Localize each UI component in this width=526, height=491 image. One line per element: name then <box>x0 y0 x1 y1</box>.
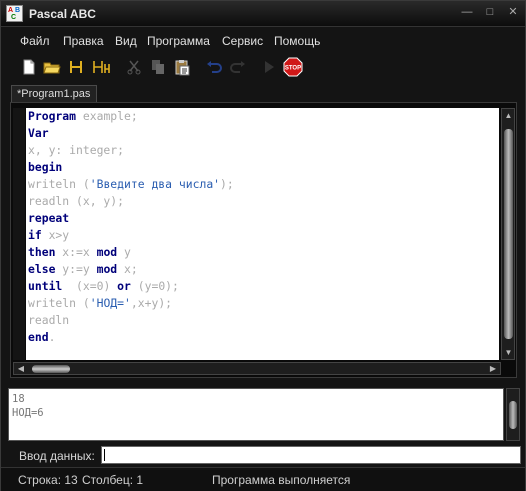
window-title: Pascal ABC <box>29 7 96 21</box>
code-line[interactable]: else y:=y mod x; <box>28 261 499 278</box>
code-line[interactable]: then x:=x mod y <box>28 244 499 261</box>
output-scroll-thumb[interactable] <box>509 401 517 429</box>
code-keyword: if <box>28 228 42 242</box>
code-text: example; <box>76 109 138 123</box>
code-keyword: mod <box>96 262 118 276</box>
code-text: x, y: integer; <box>28 143 125 157</box>
code-keyword: Program <box>28 109 77 123</box>
menu-file[interactable]: Файл <box>20 34 50 48</box>
menu-help[interactable]: Помощь <box>274 34 320 48</box>
output-scrollbar[interactable] <box>506 388 520 441</box>
code-line[interactable]: readln (x, y); <box>28 193 499 210</box>
title-bar[interactable]: ABC Pascal ABC — □ ✕ <box>1 1 525 27</box>
input-data-label: Ввод данных: <box>19 449 95 463</box>
toolbar: STOP <box>1 55 525 81</box>
open-folder-icon[interactable] <box>43 58 61 76</box>
code-text: ,x+y); <box>130 296 173 310</box>
code-text: y <box>117 245 131 259</box>
save-icon[interactable] <box>68 58 86 76</box>
code-keyword: until <box>28 279 63 293</box>
code-keyword: begin <box>28 160 63 174</box>
code-keyword: end <box>28 330 49 344</box>
close-icon[interactable]: ✕ <box>507 6 519 18</box>
code-text: readln <box>28 313 70 327</box>
pascal-abc-app-icon: ABC <box>6 5 23 22</box>
code-text: x:=x <box>55 245 97 259</box>
scroll-left-icon[interactable]: ◀ <box>16 363 26 374</box>
stop-icon[interactable]: STOP <box>283 57 303 77</box>
code-line[interactable]: end. <box>28 329 499 346</box>
code-line[interactable]: writeln ('Введите два числа'); <box>28 176 499 193</box>
editor-horizontal-scrollbar[interactable]: ◀ ▶ <box>13 362 501 375</box>
save-all-icon[interactable] <box>92 58 110 76</box>
code-line[interactable]: begin <box>28 159 499 176</box>
code-text: writeln ( <box>28 177 90 191</box>
code-text: x; <box>117 262 138 276</box>
code-line[interactable]: Var <box>28 125 499 142</box>
menu-edit[interactable]: Правка <box>63 34 104 48</box>
status-message: Программа выполняется <box>212 473 351 487</box>
code-keyword: or <box>117 279 131 293</box>
menu-service[interactable]: Сервис <box>222 34 263 48</box>
code-string: 'НОД=' <box>89 296 131 310</box>
code-keyword: mod <box>96 245 118 259</box>
new-file-icon[interactable] <box>20 58 38 76</box>
undo-icon[interactable] <box>205 58 223 76</box>
code-keyword: Var <box>28 126 49 140</box>
code-keyword: then <box>28 245 56 259</box>
code-keyword: else <box>28 262 56 276</box>
code-editor[interactable]: Program example; Var x, y: integer; begin wr… <box>26 108 499 360</box>
code-text: y:=y <box>55 262 97 276</box>
status-bar: Строка: 13 Столбец: 1 Программа выполняе… <box>1 467 525 491</box>
code-string: 'Введите два числа' <box>89 177 221 191</box>
scroll-right-icon[interactable]: ▶ <box>488 363 498 374</box>
menu-view[interactable]: Вид <box>115 34 137 48</box>
redo-icon[interactable] <box>229 58 247 76</box>
editor-horizontal-scroll-thumb[interactable] <box>32 365 70 373</box>
tab-program1[interactable]: *Program1.pas <box>11 85 97 102</box>
minimize-icon[interactable]: — <box>461 6 473 18</box>
editor-gutter <box>13 108 25 360</box>
code-text: . <box>48 330 56 344</box>
app-window: ABC Pascal ABC — □ ✕ Файл Правка Вид Про… <box>0 0 526 491</box>
output-line: НОД=6 <box>12 407 44 419</box>
editor-vertical-scrollbar[interactable]: ▲ ▼ <box>501 108 515 360</box>
code-line[interactable]: until (x=0) or (y=0); <box>28 278 499 295</box>
code-text: x>y <box>41 228 70 242</box>
output-line: 18 <box>12 393 25 405</box>
text-caret <box>104 449 105 461</box>
copy-icon[interactable] <box>149 58 167 76</box>
code-line[interactable]: writeln ('НОД=',x+y); <box>28 295 499 312</box>
paste-icon[interactable] <box>173 58 191 76</box>
code-text: readln (x, y); <box>28 194 125 208</box>
status-row: Строка: 13 <box>18 473 78 487</box>
run-icon[interactable] <box>260 58 278 76</box>
cut-icon[interactable] <box>125 58 143 76</box>
code-keyword: repeat <box>28 211 70 225</box>
output-panel: 18 НОД=6 <box>8 388 504 441</box>
maximize-icon[interactable]: □ <box>484 6 496 18</box>
menu-bar: Файл Правка Вид Программа Сервис Помощь <box>1 31 525 51</box>
code-line[interactable]: Program example; <box>28 108 499 125</box>
scroll-up-icon[interactable]: ▲ <box>504 111 513 120</box>
stop-label: STOP <box>285 66 301 72</box>
scroll-down-icon[interactable]: ▼ <box>504 348 513 357</box>
code-text: writeln ( <box>28 296 90 310</box>
menu-program[interactable]: Программа <box>147 34 210 48</box>
code-line[interactable]: x, y: integer; <box>28 142 499 159</box>
code-line[interactable]: if x>y <box>28 227 499 244</box>
code-text: ); <box>220 177 234 191</box>
status-column: Столбец: 1 <box>82 473 144 487</box>
code-line[interactable]: repeat <box>28 210 499 227</box>
input-data-field[interactable] <box>101 446 521 464</box>
code-text: (y=0); <box>130 279 179 293</box>
code-line[interactable]: readln <box>28 312 499 329</box>
code-text: (x=0) <box>62 279 118 293</box>
editor-vertical-scroll-thumb[interactable] <box>504 129 513 339</box>
